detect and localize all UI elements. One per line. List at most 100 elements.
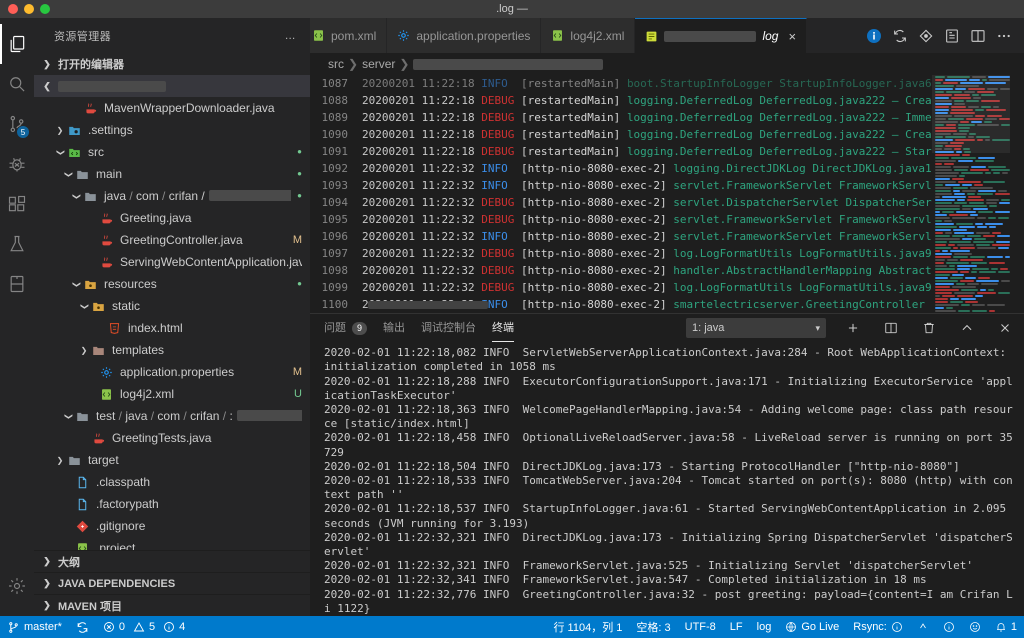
chevron-down-icon[interactable]: ❮ (72, 278, 81, 290)
preview-icon[interactable] (940, 24, 964, 48)
close-panel-icon[interactable] (994, 317, 1016, 339)
chevron-down-icon[interactable]: ❮ (56, 146, 65, 158)
status-problems[interactable]: 0 5 4 (96, 616, 192, 638)
breadcrumb-item-0[interactable]: src (328, 57, 344, 71)
code-line[interactable]: 1087 20200201 11:22:18 INFO [restartedMai… (310, 75, 1024, 92)
tree-item[interactable]: ❮ test / java / com / crifan / : … (34, 405, 310, 427)
code-line[interactable]: 1094 20200201 11:22:32 DEBUG [http-nio-80… (310, 194, 1024, 211)
tree-item[interactable]: application.properties M (34, 361, 310, 383)
status-cursor-position[interactable]: 行 1104，列 1 (547, 616, 630, 638)
code-line[interactable]: 1093 20200201 11:22:32 INFO [http-nio-808… (310, 177, 1024, 194)
activity-database-icon[interactable] (0, 264, 34, 304)
split-terminal-icon[interactable] (880, 317, 902, 339)
tree-item[interactable]: .gitignore (34, 515, 310, 537)
code-line[interactable]: 1099 20200201 11:22:32 DEBUG [http-nio-80… (310, 279, 1024, 296)
tree-item[interactable]: ❯ target (34, 449, 310, 471)
code-line[interactable]: 1098 20200201 11:22:32 DEBUG [http-nio-80… (310, 262, 1024, 279)
tree-item[interactable]: ❮ resources ● (34, 273, 310, 295)
code-line[interactable]: 1095 20200201 11:22:32 DEBUG [http-nio-80… (310, 211, 1024, 228)
editor-vertical-scrollbar[interactable] (1010, 75, 1024, 314)
status-language-mode[interactable]: log (750, 616, 779, 638)
tree-item[interactable]: GreetingTests.java (34, 427, 310, 449)
code-line[interactable]: 1089 20200201 11:22:18 DEBUG [restartedMa… (310, 109, 1024, 126)
editor-tab[interactable]: log4j2.xml (541, 18, 636, 53)
file-tree[interactable]: MavenWrapperDownloader.java ❯ .settings ❮ sr… (34, 97, 310, 550)
status-notifications[interactable]: 1 (988, 616, 1024, 638)
status-rsync[interactable]: Rsync: (846, 616, 910, 638)
chevron-down-icon[interactable]: ❮ (80, 300, 89, 312)
tree-item[interactable]: MavenWrapperDownloader.java (34, 97, 310, 119)
status-encoding[interactable]: UTF-8 (678, 616, 723, 638)
terminal-select-dropdown[interactable]: 1: java ▾ (686, 318, 826, 339)
chevron-down-icon[interactable]: ❮ (64, 168, 73, 180)
sidebar-section-java-dependencies[interactable]: ❯ JAVA DEPENDENCIES (34, 572, 310, 594)
tree-item[interactable]: ❯ .settings (34, 119, 310, 141)
code-line[interactable]: 1092 20200201 11:22:32 INFO [http-nio-808… (310, 160, 1024, 177)
tree-item[interactable]: .project (34, 537, 310, 550)
info-icon[interactable] (862, 24, 886, 48)
sidebar-section-project[interactable]: ❮ (34, 75, 310, 97)
status-smiley-icon[interactable] (962, 616, 988, 638)
tree-item[interactable]: log4j2.xml U (34, 383, 310, 405)
scrollbar-thumb-h[interactable] (368, 301, 488, 310)
status-go-live[interactable]: Go Live (778, 616, 846, 638)
more-actions-icon[interactable] (992, 24, 1016, 48)
minimap-slider[interactable] (932, 75, 1010, 153)
activity-debug-icon[interactable] (0, 144, 34, 184)
tree-item[interactable]: ❮ main ● (34, 163, 310, 185)
breadcrumb[interactable]: src ❯ server ❯ (310, 53, 1024, 75)
activity-extensions-icon[interactable] (0, 184, 34, 224)
source-control-icon[interactable] (914, 24, 938, 48)
maximize-panel-icon[interactable] (956, 317, 978, 339)
code-line[interactable]: 1097 20200201 11:22:32 DEBUG [http-nio-80… (310, 245, 1024, 262)
minimap[interactable] (932, 75, 1010, 314)
terminal-output[interactable]: 2020-02-01 11:22:18,082 INFO ServletWebS… (310, 342, 1024, 616)
editor-tab[interactable]: log × (635, 18, 808, 53)
tree-item[interactable]: ❮ src ● (34, 141, 310, 163)
code-line[interactable]: 1090 20200201 11:22:18 DEBUG [restartedMa… (310, 126, 1024, 143)
code-line[interactable]: 1088 20200201 11:22:18 DEBUG [restartedMa… (310, 92, 1024, 109)
close-window-button[interactable] (8, 4, 18, 14)
chevron-right-icon[interactable]: ❯ (54, 456, 66, 465)
tree-item[interactable]: .factorypath (34, 493, 310, 515)
tree-item[interactable]: Greeting.java (34, 207, 310, 229)
settings-gear-icon[interactable] (0, 566, 34, 606)
code-line[interactable]: 1096 20200201 11:22:32 INFO [http-nio-808… (310, 228, 1024, 245)
tree-item[interactable]: ServingWebContentApplication.java (34, 251, 310, 273)
status-feedback-icon[interactable] (910, 616, 936, 638)
maximize-window-button[interactable] (40, 4, 50, 14)
minimize-window-button[interactable] (24, 4, 34, 14)
panel-tab-problems[interactable]: 问题 9 (324, 314, 368, 342)
panel-tab-output[interactable]: 输出 (383, 314, 405, 342)
status-sync-icon[interactable] (69, 616, 96, 638)
status-branch[interactable]: master* (0, 616, 69, 638)
status-indentation[interactable]: 空格: 3 (629, 616, 677, 638)
sync-icon[interactable] (888, 24, 912, 48)
code-line[interactable]: 1091 20200201 11:22:18 DEBUG [restartedMa… (310, 143, 1024, 160)
chevron-down-icon[interactable]: ❮ (64, 410, 73, 422)
status-info-icon[interactable] (936, 616, 962, 638)
breadcrumb-item-1[interactable]: server (362, 57, 395, 71)
kill-terminal-icon[interactable] (918, 317, 940, 339)
activity-search-icon[interactable] (0, 64, 34, 104)
code-editor[interactable]: 1087 20200201 11:22:18 INFO [restartedMai… (310, 75, 1024, 314)
editor-tabs[interactable]: pom.xml application.properties log4j2.xml l… (310, 18, 854, 53)
new-terminal-icon[interactable] (842, 317, 864, 339)
sidebar-section-maven[interactable]: ❯ MAVEN 项目 (34, 594, 310, 616)
sidebar-more-icon[interactable]: … (285, 30, 296, 42)
editor-horizontal-scrollbar[interactable] (368, 301, 488, 311)
window-controls[interactable] (0, 4, 50, 14)
sidebar-section-open-editors[interactable]: ❯ 打开的编辑器 (34, 53, 310, 75)
breadcrumb-item-redacted[interactable] (413, 58, 604, 70)
chevron-right-icon[interactable]: ❯ (54, 126, 66, 135)
tree-item[interactable]: ❮ static (34, 295, 310, 317)
editor-tab[interactable]: pom.xml (310, 18, 388, 53)
activity-source-control-icon[interactable]: 5 (0, 104, 34, 144)
activity-explorer-icon[interactable] (0, 24, 34, 64)
chevron-down-icon[interactable]: ❮ (72, 190, 81, 202)
tree-item[interactable]: GreetingController.java M (34, 229, 310, 251)
sidebar-section-outline[interactable]: ❯ 大纲 (34, 550, 310, 572)
tree-item[interactable]: ❮java / com / crifan / ..● (34, 185, 310, 207)
activity-testing-icon[interactable] (0, 224, 34, 264)
split-editor-icon[interactable] (966, 24, 990, 48)
